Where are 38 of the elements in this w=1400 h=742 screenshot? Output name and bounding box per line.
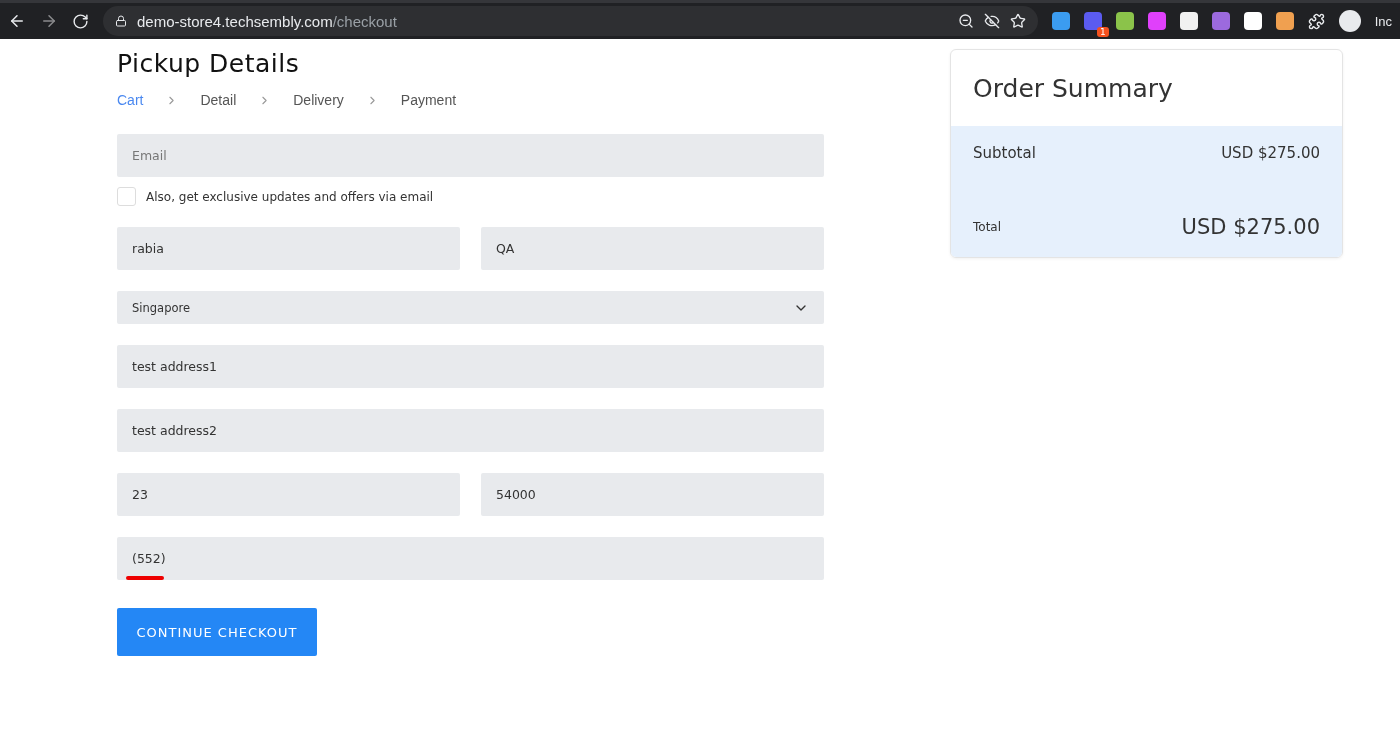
extension-badge: 1 — [1096, 27, 1109, 37]
input-field[interactable]: test address1 — [117, 345, 824, 388]
profile-label[interactable]: Inc — [1374, 13, 1392, 29]
country-select[interactable]: Singapore — [117, 291, 824, 324]
lock-icon — [115, 15, 127, 27]
total-label: Total — [973, 220, 1002, 234]
input-field[interactable]: rabia — [117, 227, 460, 270]
continue-checkout-button[interactable]: CONTINUE CHECKOUT — [117, 608, 317, 656]
input-field[interactable]: test address2 — [117, 409, 824, 452]
input-field[interactable]: QA — [481, 227, 824, 270]
checkbox-label: Also, get exclusive updates and offers via email — [146, 189, 434, 204]
input-field[interactable]: 54000 — [481, 473, 824, 516]
profile-avatar[interactable] — [1338, 10, 1361, 32]
zoom-icon[interactable] — [957, 13, 974, 29]
breadcrumb-link[interactable]: Detail — [200, 92, 237, 108]
input-field[interactable]: (552) — [117, 537, 824, 580]
breadcrumb-link[interactable]: Payment — [400, 92, 457, 108]
reload-icon[interactable] — [72, 12, 89, 30]
total-value: USD $275.00 — [1181, 215, 1320, 239]
extension-icon[interactable] — [1275, 12, 1294, 30]
checkbox[interactable] — [117, 187, 136, 206]
back-icon[interactable] — [8, 12, 26, 30]
subtotal-value: USD $275.00 — [1221, 144, 1320, 162]
email-field[interactable]: Email — [117, 134, 824, 177]
input-field[interactable]: 23 — [117, 473, 460, 516]
extension-icon[interactable] — [1179, 12, 1198, 30]
page-title: Pickup Details — [117, 49, 301, 78]
subtotal-label: Subtotal — [973, 144, 1036, 162]
eye-off-icon[interactable] — [983, 13, 1000, 29]
breadcrumb-link[interactable]: Delivery — [293, 92, 344, 108]
url-text: demo-store4.techsembly.com/checkout — [137, 12, 397, 30]
extension-icon[interactable] — [1115, 12, 1134, 30]
puzzle-icon[interactable] — [1307, 12, 1325, 30]
forward-icon[interactable] — [40, 12, 58, 30]
extension-icon[interactable] — [1243, 12, 1262, 30]
star-icon[interactable] — [1009, 13, 1026, 29]
address-bar[interactable]: demo-store4.techsembly.com/checkout — [103, 6, 1038, 36]
summary-title: Order Summary — [973, 73, 1173, 103]
